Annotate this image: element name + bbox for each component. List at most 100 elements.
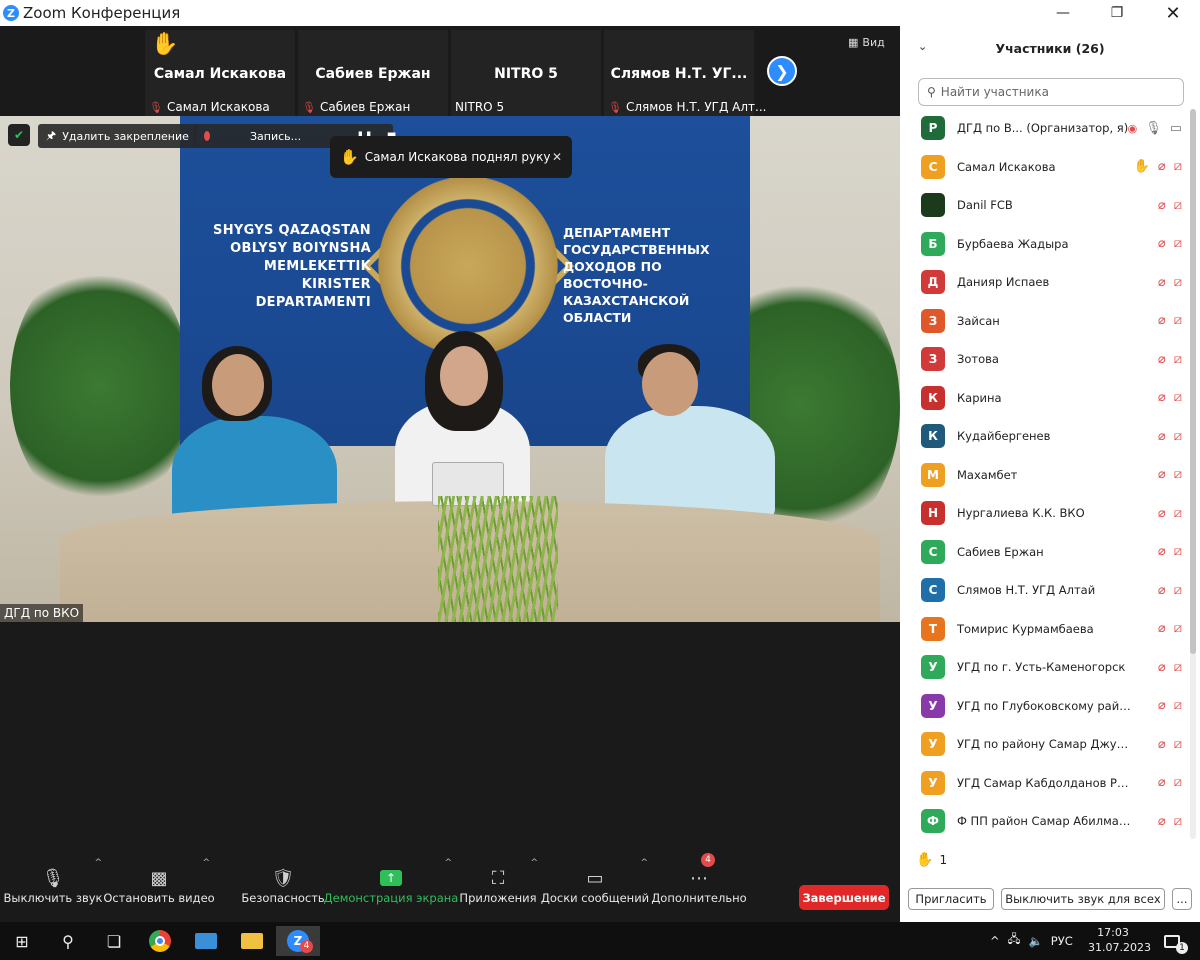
- chevron-up-icon[interactable]: ^: [444, 858, 452, 868]
- more-button[interactable]: ⋯ Дополнительно 4: [651, 848, 747, 922]
- mic-off-icon[interactable]: ⌀: [1158, 698, 1166, 713]
- participant-search[interactable]: ⚲: [918, 78, 1184, 106]
- participant-row[interactable]: У УГД по Глубоковскому район... ⌀ ⧄: [900, 687, 1190, 726]
- chevron-up-icon[interactable]: ^: [990, 934, 1000, 948]
- video-off-icon[interactable]: ⧄: [1174, 198, 1182, 213]
- video-off-icon[interactable]: ⧄: [1174, 544, 1182, 559]
- participant-row[interactable]: Б Бурбаева Жадыра ⌀ ⧄: [900, 225, 1190, 264]
- participant-row[interactable]: К Кудайбергенев ⌀ ⧄: [900, 417, 1190, 456]
- maximize-button[interactable]: ❐: [1090, 0, 1144, 26]
- mic-off-icon[interactable]: ⌀: [1158, 660, 1166, 675]
- collapse-chevron-icon[interactable]: ⌄: [918, 40, 927, 53]
- mic-off-icon[interactable]: ⌀: [1158, 275, 1166, 290]
- participant-row[interactable]: С Слямов Н.Т. УГД Алтай ⌀ ⧄: [900, 571, 1190, 610]
- participant-row[interactable]: Р ДГД по В... (Организатор, я) ◉ 🎙 ▭: [900, 109, 1190, 148]
- stop-video-button[interactable]: ▩ Остановить видео ^: [103, 848, 214, 922]
- video-off-icon[interactable]: ⧄: [1174, 698, 1182, 713]
- mic-off-icon[interactable]: ⌀: [1158, 737, 1166, 752]
- video-off-icon[interactable]: ⧄: [1174, 390, 1182, 405]
- close-notification-button[interactable]: ✕: [552, 150, 562, 164]
- participant-row[interactable]: У УГД по району Самар Джусип... ⌀ ⧄: [900, 725, 1190, 764]
- apps-button[interactable]: ⛶ Приложения ^: [459, 848, 538, 922]
- participant-row[interactable]: З Зайсан ⌀ ⧄: [900, 302, 1190, 341]
- chevron-up-icon[interactable]: ^: [530, 858, 538, 868]
- mic-off-icon[interactable]: ⌀: [1158, 313, 1166, 328]
- video-off-icon[interactable]: ⧄: [1174, 814, 1182, 829]
- windows-start-icon[interactable]: ⊞: [2, 926, 42, 956]
- file-explorer-icon[interactable]: [232, 926, 272, 956]
- search-input[interactable]: [940, 85, 1171, 99]
- volume-icon[interactable]: 🔈: [1028, 934, 1042, 948]
- participant-row[interactable]: Т Томирис Курмамбаева ⌀ ⧄: [900, 610, 1190, 649]
- video-off-icon[interactable]: ⧄: [1174, 236, 1182, 251]
- minimize-button[interactable]: —: [1036, 0, 1090, 26]
- mic-off-icon[interactable]: ⌀: [1158, 390, 1166, 405]
- video-off-icon[interactable]: ⧄: [1174, 737, 1182, 752]
- network-icon[interactable]: 🖧: [1008, 932, 1021, 951]
- participant-row[interactable]: Д Данияр Испаев ⌀ ⧄: [900, 263, 1190, 302]
- microphone-icon[interactable]: 🎙: [1145, 121, 1162, 136]
- mic-off-icon[interactable]: ⌀: [1158, 236, 1166, 251]
- video-off-icon[interactable]: ⧄: [1174, 352, 1182, 367]
- mic-off-icon[interactable]: ⌀: [1158, 198, 1166, 213]
- video-off-icon[interactable]: ⧄: [1174, 621, 1182, 636]
- strip-tile[interactable]: NITRO 5 NITRO 5: [451, 30, 601, 116]
- participant-row[interactable]: Н Нургалиева К.К. ВКО ⌀ ⧄: [900, 494, 1190, 533]
- zoom-taskbar-icon[interactable]: Z 4: [276, 926, 320, 956]
- language-indicator[interactable]: РУС: [1051, 934, 1073, 948]
- mute-button[interactable]: 🎙 Выключить звук ^: [4, 848, 103, 922]
- end-meeting-button[interactable]: Завершение: [799, 885, 889, 910]
- strip-tile[interactable]: ✋ Самал Искакова 🎙 Самал Искакова: [145, 30, 295, 116]
- video-off-icon[interactable]: ⧄: [1174, 775, 1182, 790]
- invite-button[interactable]: Пригласить: [908, 888, 994, 910]
- mic-off-icon[interactable]: ⌀: [1158, 583, 1166, 598]
- video-off-icon[interactable]: ⧄: [1174, 660, 1182, 675]
- video-camera-icon[interactable]: ▭: [1170, 121, 1182, 136]
- participant-row[interactable]: Ф Ф ПП район Самар Абилмажи... ⌀ ⧄: [900, 802, 1190, 839]
- mic-off-icon[interactable]: ⌀: [1158, 429, 1166, 444]
- mic-off-icon[interactable]: ⌀: [1158, 775, 1166, 790]
- whiteboards-button[interactable]: ▭ Доски сообщений ^: [541, 848, 649, 922]
- search-icon[interactable]: ⚲: [48, 926, 88, 956]
- mic-off-icon[interactable]: ⌀: [1158, 159, 1166, 174]
- next-page-button[interactable]: ❯: [767, 56, 797, 86]
- encryption-shield-icon[interactable]: ✔: [8, 124, 30, 146]
- chrome-icon[interactable]: [140, 926, 180, 956]
- mic-off-icon[interactable]: ⌀: [1158, 544, 1166, 559]
- participant-row[interactable]: М Махамбет ⌀ ⧄: [900, 456, 1190, 495]
- video-off-icon[interactable]: ⧄: [1174, 275, 1182, 290]
- video-off-icon[interactable]: ⧄: [1174, 506, 1182, 521]
- chevron-up-icon[interactable]: ^: [202, 858, 210, 868]
- mic-off-icon[interactable]: ⌀: [1158, 467, 1166, 482]
- strip-tile[interactable]: Слямов Н.Т. УГ... 🎙 Слямов Н.Т. УГД Алт..…: [604, 30, 766, 116]
- participant-row[interactable]: Danil FCB ⌀ ⧄: [900, 186, 1190, 225]
- video-off-icon[interactable]: ⧄: [1174, 313, 1182, 328]
- participant-row[interactable]: К Карина ⌀ ⧄: [900, 379, 1190, 418]
- chevron-up-icon[interactable]: ^: [640, 858, 648, 868]
- notifications-icon[interactable]: 1: [1152, 926, 1192, 956]
- chevron-up-icon[interactable]: ^: [94, 858, 102, 868]
- participant-row[interactable]: У УГД по г. Усть-Каменогорск ⌀ ⧄: [900, 648, 1190, 687]
- video-off-icon[interactable]: ⧄: [1174, 159, 1182, 174]
- mic-off-icon[interactable]: ⌀: [1158, 352, 1166, 367]
- mic-off-icon[interactable]: ⌀: [1158, 621, 1166, 636]
- unpin-button[interactable]: 🖈 Удалить закрепление: [38, 124, 197, 148]
- participant-row[interactable]: С Самал Искакова ✋ ⌀ ⧄: [900, 148, 1190, 187]
- mute-all-button[interactable]: Выключить звук для всех: [1001, 888, 1165, 910]
- participant-row[interactable]: С Сабиев Ержан ⌀ ⧄: [900, 533, 1190, 572]
- app-icon[interactable]: [186, 926, 226, 956]
- panel-more-button[interactable]: ...: [1172, 888, 1192, 910]
- scrollbar-thumb[interactable]: [1190, 109, 1196, 654]
- video-off-icon[interactable]: ⧄: [1174, 583, 1182, 598]
- video-off-icon[interactable]: ⧄: [1174, 467, 1182, 482]
- video-off-icon[interactable]: ⧄: [1174, 429, 1182, 444]
- participant-row[interactable]: У УГД Самар Кабдолданов Русл... ⌀ ⧄: [900, 764, 1190, 803]
- view-button[interactable]: ▦ Вид: [848, 36, 885, 49]
- security-button[interactable]: 🛡 Безопасность: [241, 848, 324, 922]
- mic-off-icon[interactable]: ⌀: [1158, 814, 1166, 829]
- clock[interactable]: 17:03 31.07.2023: [1088, 925, 1151, 955]
- mic-off-icon[interactable]: ⌀: [1158, 506, 1166, 521]
- strip-tile[interactable]: Сабиев Ержан 🎙 Сабиев Ержан: [298, 30, 448, 116]
- share-screen-button[interactable]: ↑ Демонстрация экрана ^: [324, 848, 459, 922]
- task-view-icon[interactable]: ❏: [94, 926, 134, 956]
